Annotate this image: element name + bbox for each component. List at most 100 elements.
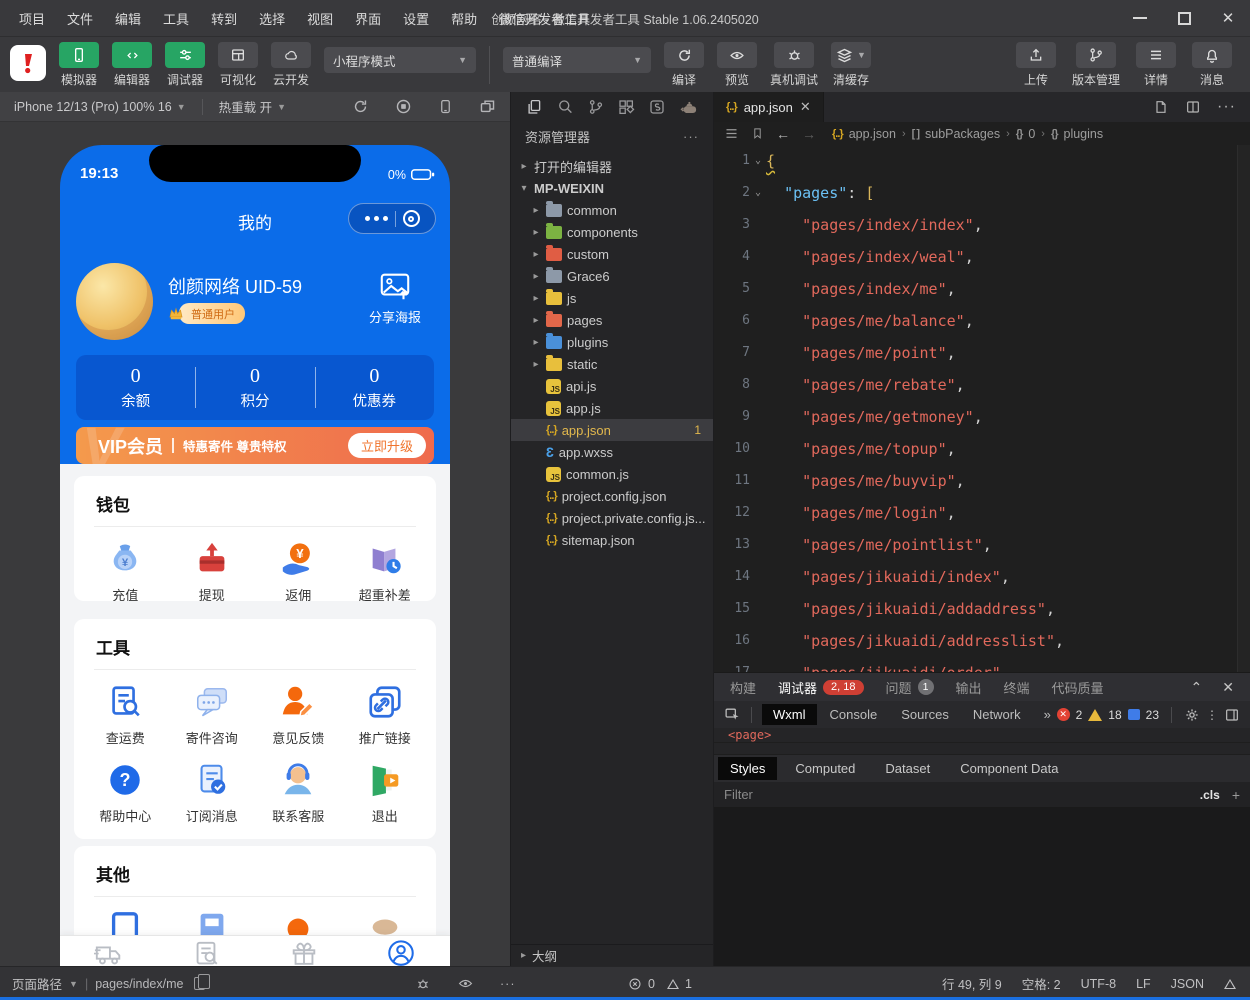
extensions-icon[interactable] <box>617 98 635 116</box>
tree-item-common[interactable]: ▸common <box>511 199 713 221</box>
menu-界面[interactable]: 界面 <box>346 5 390 32</box>
device-select[interactable]: iPhone 12/13 (Pro) 100% 16▼ <box>14 100 186 114</box>
more-icon[interactable] <box>365 216 388 221</box>
notifications-icon[interactable] <box>1224 979 1236 989</box>
devtools-tab-Wxml[interactable]: Wxml <box>762 704 817 725</box>
grid-item-超重补差[interactable]: 超重补差 <box>342 540 429 601</box>
branch-icon[interactable] <box>1076 42 1116 68</box>
close-button[interactable]: ✕ <box>1206 0 1250 36</box>
code-line[interactable]: 9 "pages/me/getmoney", <box>714 401 1250 433</box>
code-line[interactable]: 8 "pages/me/rebate", <box>714 369 1250 401</box>
detach-window-icon[interactable] <box>479 98 496 115</box>
tabbar-item-我的[interactable]: 我的 <box>353 936 451 966</box>
menu-设置[interactable]: 设置 <box>394 5 438 32</box>
toolbar-上传[interactable]: 上传 <box>1016 42 1056 88</box>
encoding[interactable]: UTF-8 <box>1081 977 1116 991</box>
stat-积分[interactable]: 0积分 <box>195 355 314 420</box>
grid-item-推广链接[interactable]: 推广链接 <box>342 683 429 747</box>
debugger-tab-输出[interactable]: 输出 <box>956 678 982 697</box>
code-line[interactable]: 14 "pages/jikuaidi/index", <box>714 561 1250 593</box>
close-panel-icon[interactable]: ✕ <box>1222 679 1234 696</box>
sim-more-icon[interactable]: ··· <box>500 977 516 991</box>
cursor-position[interactable]: 行 49, 列 9 <box>942 974 1002 993</box>
filter-input[interactable]: Filter <box>724 787 1200 802</box>
tree-item-components[interactable]: ▸components <box>511 221 713 243</box>
toolbar-可视化[interactable]: 可视化 <box>218 42 258 88</box>
grid-item-partial[interactable] <box>342 910 429 935</box>
new-rule-icon[interactable]: + <box>1232 787 1240 803</box>
grid-item-退出[interactable]: 退出 <box>342 761 429 825</box>
capsule-menu[interactable] <box>348 203 436 234</box>
toolbar-清缓存[interactable]: ▼清缓存 <box>831 42 871 88</box>
tree-item-Grace6[interactable]: ▸Grace6 <box>511 265 713 287</box>
upload-icon[interactable] <box>1016 42 1056 68</box>
nav-back-icon[interactable]: ← <box>776 126 790 142</box>
grid-item-帮助中心[interactable]: ?帮助中心 <box>82 761 169 825</box>
split-editor-icon[interactable] <box>1185 99 1201 115</box>
fold-icon[interactable]: ⌄ <box>750 177 766 209</box>
cloud-icon[interactable] <box>271 42 311 68</box>
maximize-button[interactable] <box>1162 0 1206 36</box>
snippets-icon[interactable] <box>648 98 666 116</box>
toolbar-云开发[interactable]: 云开发 <box>271 42 311 88</box>
stat-余额[interactable]: 0余额 <box>76 355 195 420</box>
code-line[interactable]: 2⌄ "pages": [ <box>714 177 1250 209</box>
compile-mode-select[interactable]: 普通编译▼ <box>503 47 651 73</box>
page-path-label[interactable]: 页面路径 <box>12 974 62 993</box>
toolbar-编辑器[interactable]: 编辑器 <box>112 42 152 88</box>
preview-eye-icon[interactable] <box>457 976 474 991</box>
tree-item-custom[interactable]: ▸custom <box>511 243 713 265</box>
toolbar-预览[interactable]: 预览 <box>717 42 757 88</box>
fold-icon[interactable]: ⌄ <box>750 145 766 177</box>
dock-side-icon[interactable] <box>1224 707 1240 723</box>
problems-summary[interactable]: 0 1 <box>628 977 692 991</box>
more-tabs-icon[interactable]: » <box>1044 707 1051 722</box>
refresh-icon[interactable] <box>664 42 704 68</box>
code-line[interactable]: 13 "pages/me/pointlist", <box>714 529 1250 561</box>
layout-icon[interactable] <box>218 42 258 68</box>
stat-优惠券[interactable]: 0优惠券 <box>315 355 434 420</box>
toolbar-版本管理[interactable]: 版本管理 <box>1072 42 1120 88</box>
outline-menu-icon[interactable] <box>724 126 739 141</box>
tabbar-item-优惠[interactable]: 优惠 <box>255 936 353 966</box>
grid-item-充值[interactable]: ¥充值 <box>82 540 169 601</box>
nav-forward-icon[interactable]: → <box>802 126 816 142</box>
grid-item-联系客服[interactable]: 联系客服 <box>255 761 342 825</box>
devtools-tab-Network[interactable]: Network <box>962 704 1032 725</box>
code-line[interactable]: 10 "pages/me/topup", <box>714 433 1250 465</box>
grid-item-partial[interactable] <box>255 910 342 935</box>
code-line[interactable]: 7 "pages/me/point", <box>714 337 1250 369</box>
minimize-capsule-icon[interactable] <box>403 210 420 227</box>
tree-item-app.js[interactable]: JSapp.js <box>511 397 713 419</box>
tree-root[interactable]: ▾MP-WEIXIN <box>511 177 713 199</box>
grid-item-寄件咨询[interactable]: 寄件咨询 <box>169 683 256 747</box>
teapot-icon[interactable] <box>679 98 699 116</box>
grid-item-partial[interactable] <box>169 910 256 935</box>
phone-icon[interactable] <box>59 42 99 68</box>
styles-tab-Dataset[interactable]: Dataset <box>873 757 942 780</box>
tree-item-app.json[interactable]: {..}app.json1 <box>511 419 713 441</box>
breadcrumb-item[interactable]: 0 <box>1028 127 1035 141</box>
menu-帮助[interactable]: 帮助 <box>442 5 486 32</box>
tabbar-item-查快递[interactable]: 查快递 <box>158 936 256 966</box>
grid-item-订阅消息[interactable]: 订阅消息 <box>169 761 256 825</box>
grid-item-意见反馈[interactable]: 意见反馈 <box>255 683 342 747</box>
grid-item-partial[interactable] <box>82 910 169 935</box>
menu-文件[interactable]: 文件 <box>58 5 102 32</box>
grid-item-返佣[interactable]: ¥返佣 <box>255 540 342 601</box>
collapse-panel-icon[interactable]: ⌃ <box>1191 679 1203 696</box>
open-changes-icon[interactable] <box>1153 99 1169 115</box>
devtools-tab-Console[interactable]: Console <box>819 704 889 725</box>
toolbar-模拟器[interactable]: 模拟器 <box>59 42 99 88</box>
menu-编辑[interactable]: 编辑 <box>106 5 150 32</box>
files-icon[interactable] <box>525 98 543 116</box>
code-line[interactable]: 15 "pages/jikuaidi/addaddress", <box>714 593 1250 625</box>
tree-item-api.js[interactable]: JSapi.js <box>511 375 713 397</box>
tree-item-static[interactable]: ▸static <box>511 353 713 375</box>
toolbar-消息[interactable]: 消息 <box>1192 42 1232 88</box>
debugger-tab-调试器[interactable]: 调试器2, 18 <box>778 678 863 697</box>
language-mode[interactable]: JSON <box>1171 977 1204 991</box>
details-icon[interactable] <box>1136 42 1176 68</box>
copy-path-icon[interactable] <box>194 977 205 990</box>
debugger-tab-终端[interactable]: 终端 <box>1004 678 1030 697</box>
